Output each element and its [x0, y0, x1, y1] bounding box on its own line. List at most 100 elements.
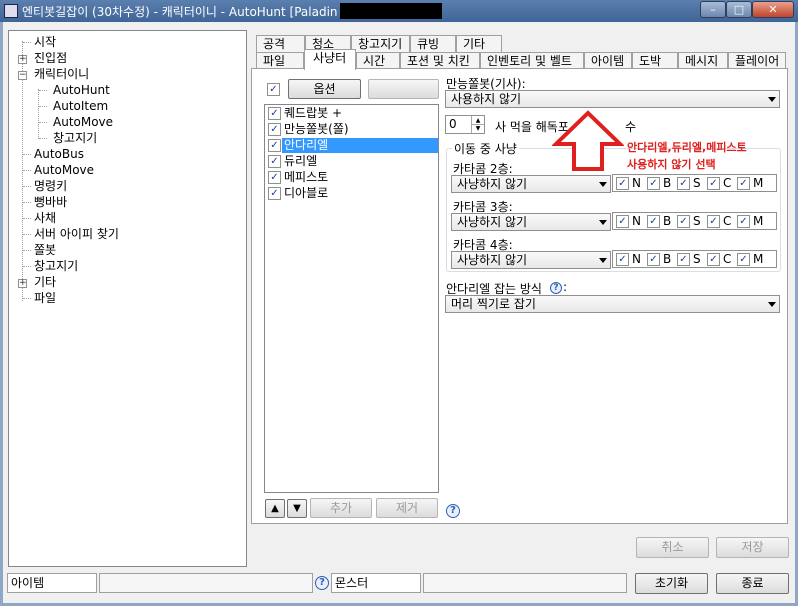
help-icon[interactable]: ? — [315, 576, 329, 590]
flag-n-checkbox[interactable]: ✓ — [616, 215, 629, 228]
tab-hunting-ground[interactable]: 사냥터 — [304, 49, 356, 70]
flag-c-label: C — [723, 214, 732, 228]
floor4-select[interactable]: 사냥하지 않기 — [451, 251, 611, 269]
list-item-checkbox[interactable]: ✓ — [268, 187, 281, 200]
flag-s-checkbox[interactable]: ✓ — [677, 215, 690, 228]
list-item[interactable]: ✓ 듀리엘 — [266, 154, 438, 170]
save-button[interactable]: 저장 — [716, 537, 789, 558]
flag-m-checkbox[interactable]: ✓ — [737, 177, 750, 190]
chevron-down-icon — [599, 182, 607, 187]
options-button[interactable]: 옵션 — [288, 79, 361, 99]
monster-status-value — [423, 573, 627, 593]
list-item[interactable]: ✓ 디아블로 — [266, 186, 438, 202]
exit-button[interactable]: 종료 — [716, 573, 789, 594]
add-button[interactable]: 추가 — [310, 498, 372, 518]
flag-m-label: M — [753, 176, 764, 190]
flag-n-checkbox[interactable]: ✓ — [616, 253, 629, 266]
tree-item-storage[interactable]: 창고지기 — [34, 259, 78, 274]
list-item-checkbox[interactable]: ✓ — [268, 107, 281, 120]
tree-line — [39, 138, 47, 139]
list-item[interactable]: ✓ 퀘드랍봇 + — [266, 106, 438, 122]
help-icon[interactable]: ? — [446, 504, 460, 518]
tab-cubing[interactable]: 큐빙 — [410, 35, 456, 53]
list-item-checkbox[interactable]: ✓ — [268, 123, 281, 136]
antidote-spinner[interactable]: 0 ▲ ▼ — [445, 115, 485, 134]
chevron-down-icon — [768, 97, 776, 102]
tree-line — [23, 42, 31, 43]
tree-line — [22, 41, 23, 301]
flag-s-checkbox[interactable]: ✓ — [677, 253, 690, 266]
monster-list[interactable]: ✓ 퀘드랍봇 + ✓ 만능쫄봇(쫄) ✓ 안다리엘 ✓ 듀리엘 ✓ 메피스토 ✓… — [264, 104, 439, 493]
tree-item-minion-bot[interactable]: 쫄봇 — [34, 243, 56, 258]
tree-item-server-ip[interactable]: 서버 아이피 찾기 — [34, 227, 119, 242]
close-button[interactable]: ✕ — [752, 1, 794, 18]
flag-m-label: M — [753, 252, 764, 266]
flag-s-checkbox[interactable]: ✓ — [677, 177, 690, 190]
tree-item-autohunt[interactable]: AutoHunt — [53, 83, 110, 98]
tree-item-storage-child[interactable]: 창고지기 — [53, 131, 97, 146]
tab-storage[interactable]: 창고지기 — [351, 35, 410, 53]
tree-item-start[interactable]: 시작 — [34, 35, 56, 50]
flag-n-checkbox[interactable]: ✓ — [616, 177, 629, 190]
remove-button[interactable]: 제거 — [376, 498, 438, 518]
help-icon[interactable]: ? — [550, 282, 562, 294]
flag-b-checkbox[interactable]: ✓ — [647, 253, 660, 266]
tab-attack[interactable]: 공격 — [256, 35, 305, 53]
tree-line — [23, 202, 31, 203]
flag-b-checkbox[interactable]: ✓ — [647, 177, 660, 190]
tree-line — [23, 186, 31, 187]
tree-item-automove-child[interactable]: AutoMove — [53, 115, 113, 130]
tree-item-autoitem[interactable]: AutoItem — [53, 99, 108, 114]
annotation-line1: 안다리엘,듀리엘,메피스토 — [627, 141, 747, 154]
tab-etc[interactable]: 기타 — [456, 35, 502, 53]
maximize-button[interactable]: □ — [726, 1, 752, 18]
universal-bot-select[interactable]: 사용하지 않기 — [445, 90, 780, 108]
list-item[interactable]: ✓ 안다리엘 — [266, 138, 438, 154]
floor2-select[interactable]: 사냥하지 않기 — [451, 175, 611, 193]
cancel-button[interactable]: 취소 — [636, 537, 709, 558]
expand-icon[interactable]: + — [18, 55, 27, 64]
list-item[interactable]: ✓ 만능쫄봇(쫄) — [266, 122, 438, 138]
move-up-button[interactable]: ▲ — [265, 499, 285, 518]
flag-n-label: N — [632, 252, 641, 266]
tree-item-entry[interactable]: 진입점 — [34, 51, 67, 66]
annotation-line2: 사용하지 않기 선택 — [627, 158, 716, 171]
flag-b-label: B — [663, 176, 672, 190]
item-status-value — [99, 573, 313, 593]
move-down-button[interactable]: ▼ — [287, 499, 307, 518]
tree-item-etc[interactable]: 기타 — [34, 275, 56, 290]
antidote-value: 0 — [449, 117, 457, 131]
tree-item-file[interactable]: 파일 — [34, 291, 56, 306]
reset-button[interactable]: 초기화 — [635, 573, 708, 594]
expand-icon[interactable]: + — [18, 279, 27, 288]
tree-item-automove[interactable]: AutoMove — [34, 163, 94, 178]
tree-item-hotkeys[interactable]: 명령키 — [34, 179, 67, 194]
list-item[interactable]: ✓ 메피스토 — [266, 170, 438, 186]
flag-c-checkbox[interactable]: ✓ — [707, 215, 720, 228]
flag-m-checkbox[interactable]: ✓ — [737, 215, 750, 228]
collapse-icon[interactable]: − — [18, 71, 27, 80]
minimize-button[interactable]: – — [700, 1, 726, 18]
list-item-checkbox[interactable]: ✓ — [268, 171, 281, 184]
tree-item-loan[interactable]: 사채 — [34, 211, 56, 226]
list-item-checkbox[interactable]: ✓ — [268, 155, 281, 168]
andariel-method-select[interactable]: 머리 찍기로 잡기 — [445, 295, 780, 313]
flag-c-checkbox[interactable]: ✓ — [707, 253, 720, 266]
spin-up-icon[interactable]: ▲ — [471, 116, 484, 125]
window-title: 엔티봇길잡이 (30차수정) - 캐릭터이니 - AutoHunt [Palad… — [22, 5, 338, 19]
tree-line — [23, 170, 31, 171]
tree-item-character[interactable]: 캐릭터이니 — [34, 67, 89, 82]
tree-item-bbangbaba[interactable]: 뻥바바 — [34, 195, 67, 210]
select-all-checkbox[interactable]: ✓ — [267, 83, 280, 96]
flag-b-checkbox[interactable]: ✓ — [647, 215, 660, 228]
flag-c-checkbox[interactable]: ✓ — [707, 177, 720, 190]
spin-down-icon[interactable]: ▼ — [471, 125, 484, 133]
tree-line — [23, 266, 31, 267]
list-item-checkbox[interactable]: ✓ — [268, 139, 281, 152]
flag-m-checkbox[interactable]: ✓ — [737, 253, 750, 266]
floor3-select[interactable]: 사냥하지 않기 — [451, 213, 611, 231]
tree-line — [23, 218, 31, 219]
tree-line — [39, 90, 47, 91]
navigation-tree[interactable]: 시작 + 진입점 − 캐릭터이니 AutoHunt AutoItem AutoM… — [8, 30, 247, 567]
tree-item-autobus[interactable]: AutoBus — [34, 147, 84, 162]
